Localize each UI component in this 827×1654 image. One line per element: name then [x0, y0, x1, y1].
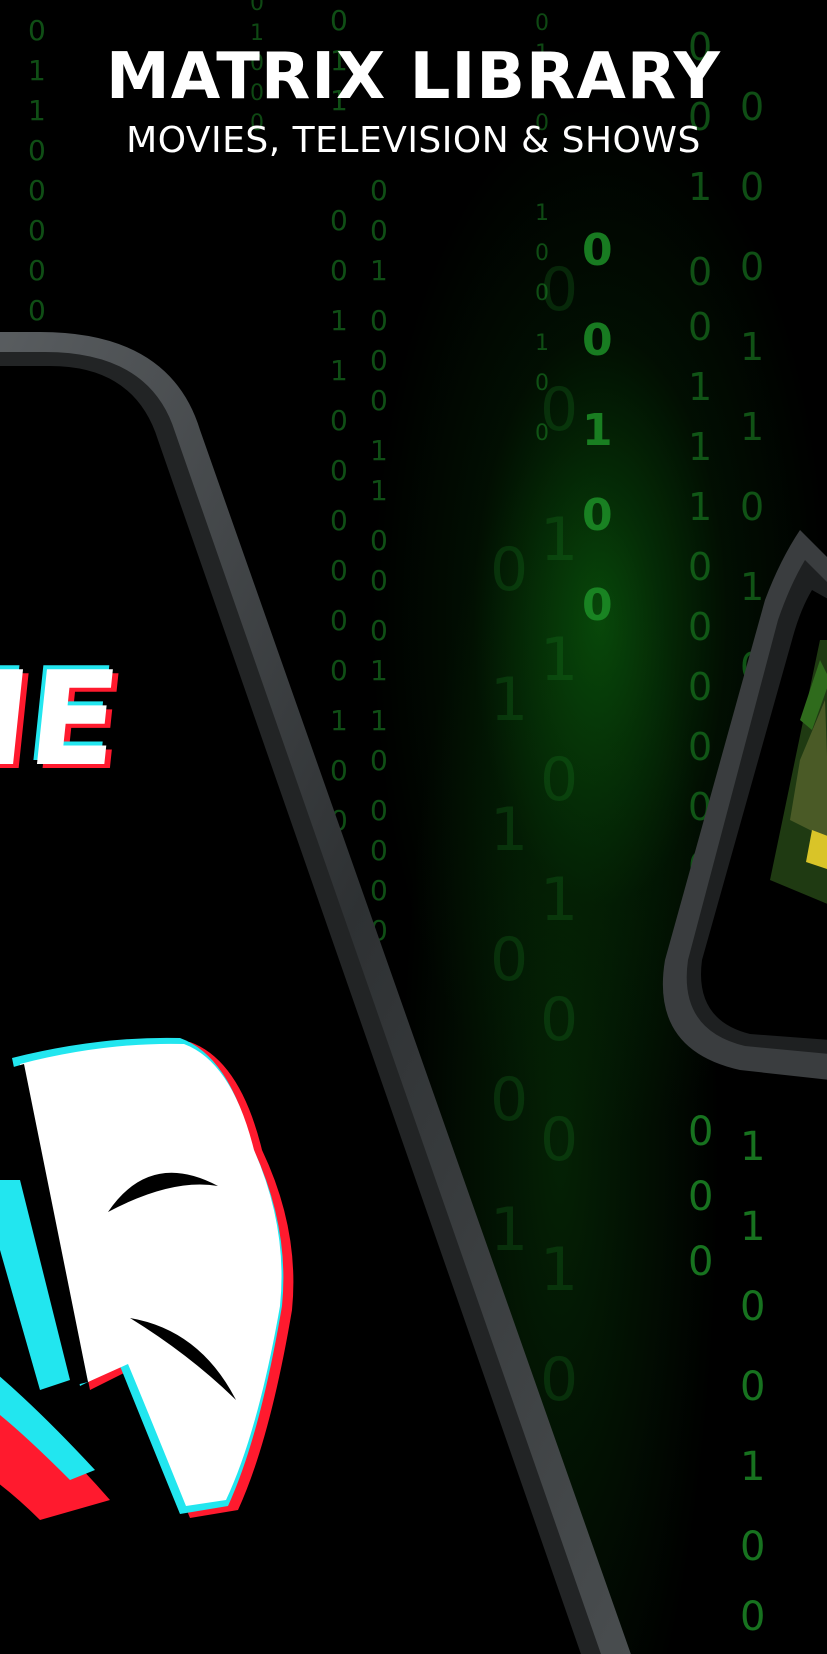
app-title: MATRIX LIBRARY	[106, 40, 721, 114]
phone-mockup-right	[662, 530, 827, 1080]
app-subtitle: MOVIES, TELEVISION & SHOWS	[126, 120, 701, 162]
headline: MATRIX LIBRARY MOVIES, TELEVISION & SHOW…	[0, 40, 827, 162]
promo-screenshot: 011 000 00 011 001 100 000 010 0 001 000…	[0, 0, 827, 1654]
